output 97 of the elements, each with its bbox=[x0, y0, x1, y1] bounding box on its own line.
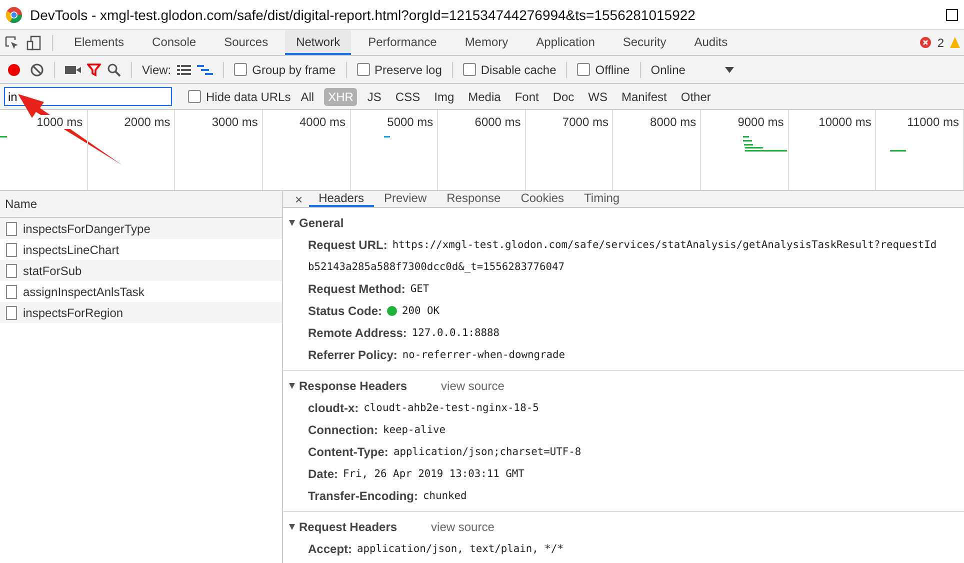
caret-icon[interactable] bbox=[725, 66, 734, 72]
panel-tab[interactable]: Audits bbox=[683, 30, 739, 55]
checkbox[interactable]: Preserve log bbox=[356, 62, 442, 76]
header-name: Request Method: bbox=[308, 282, 406, 296]
section-header[interactable]: Request Headers view source bbox=[289, 516, 964, 538]
maximize-icon[interactable] bbox=[946, 8, 958, 20]
header-name: Transfer-Encoding: bbox=[308, 489, 418, 503]
type-filter-button[interactable]: Doc bbox=[548, 88, 578, 106]
throttling-dropdown[interactable]: Online bbox=[650, 62, 734, 76]
header-value: no-referrer-when-downgrade bbox=[402, 349, 566, 361]
time-tick: 4000 ms bbox=[300, 115, 346, 129]
error-icon bbox=[920, 37, 932, 48]
column-header: Name bbox=[5, 197, 38, 211]
panel-tab[interactable]: Console bbox=[141, 30, 208, 55]
type-filter-button[interactable]: All bbox=[296, 88, 318, 106]
detail-tab[interactable]: Response bbox=[436, 191, 511, 207]
header-value: Fri, 26 Apr 2019 13:03:11 GMT bbox=[343, 468, 524, 480]
header-name: Remote Address: bbox=[308, 326, 407, 340]
detail-tab[interactable]: Cookies bbox=[510, 191, 574, 207]
header-value: chunked bbox=[423, 490, 467, 502]
warning-icon bbox=[950, 37, 960, 48]
inspect-icon[interactable] bbox=[4, 34, 20, 50]
time-tick: 1000 ms bbox=[36, 115, 83, 129]
header-name: Accept: bbox=[308, 542, 352, 556]
error-count: 2 bbox=[937, 36, 944, 50]
type-filter-button[interactable]: Font bbox=[510, 88, 543, 106]
time-tick: 2000 ms bbox=[124, 115, 170, 129]
request-row[interactable]: inspectsForDangerType bbox=[0, 218, 282, 239]
checkbox[interactable]: Hide data URLs bbox=[188, 90, 291, 104]
header-value: b52143a285a588f7300dcc0d&_t=1556283776047 bbox=[308, 261, 564, 273]
document-icon bbox=[6, 264, 17, 278]
header-name: Referrer Policy: bbox=[308, 348, 398, 362]
clear-icon[interactable] bbox=[30, 62, 44, 76]
waterfall-view-icon[interactable] bbox=[197, 64, 214, 76]
type-filter-button[interactable]: Img bbox=[430, 88, 458, 106]
header-value: GET bbox=[410, 283, 430, 295]
panel-tab[interactable]: Application bbox=[525, 30, 606, 55]
detail-tab[interactable]: Headers bbox=[308, 191, 374, 207]
document-icon bbox=[6, 222, 17, 236]
time-tick: 6000 ms bbox=[474, 115, 521, 129]
panel-tab[interactable]: Elements bbox=[63, 30, 136, 55]
request-row[interactable]: inspectsForRegion bbox=[0, 302, 282, 323]
checkbox[interactable]: Offline bbox=[577, 62, 630, 76]
time-tick: 7000 ms bbox=[562, 115, 608, 129]
panel-tab[interactable]: Performance bbox=[357, 30, 448, 55]
list-view-icon[interactable] bbox=[177, 64, 192, 76]
view-label: View: bbox=[142, 62, 172, 76]
header-name: Connection: bbox=[308, 423, 378, 437]
browser-logo-icon bbox=[6, 6, 22, 22]
checkbox[interactable]: Disable cache bbox=[462, 62, 556, 76]
document-icon bbox=[6, 242, 17, 256]
type-filter-button[interactable]: WS bbox=[584, 88, 612, 106]
header-value: keep-alive bbox=[383, 424, 446, 436]
panel-tab[interactable]: Memory bbox=[454, 30, 520, 55]
search-icon[interactable] bbox=[107, 62, 121, 76]
section-header[interactable]: General bbox=[289, 212, 964, 234]
panel-tab[interactable]: Security bbox=[612, 30, 678, 55]
panel-tab[interactable]: Network bbox=[285, 30, 352, 55]
view-source-link[interactable]: view source bbox=[441, 379, 504, 393]
type-filter-button[interactable]: Media bbox=[464, 88, 505, 106]
filter-input[interactable]: in bbox=[8, 90, 168, 104]
device-icon[interactable] bbox=[26, 34, 42, 50]
document-icon bbox=[6, 284, 17, 298]
close-button[interactable]: × bbox=[289, 191, 309, 207]
header-name: Date: bbox=[308, 467, 338, 481]
header-value: 127.0.0.1:8888 bbox=[412, 327, 500, 339]
time-tick: 8000 ms bbox=[650, 115, 696, 129]
detail-tab[interactable]: Preview bbox=[374, 191, 437, 207]
header-name: Status Code: bbox=[308, 304, 382, 318]
checkbox[interactable]: Group by frame bbox=[234, 62, 336, 76]
header-name: cloudt-x: bbox=[308, 401, 359, 415]
detail-tab[interactable]: Timing bbox=[574, 191, 630, 207]
section-header[interactable]: Response Headers view source bbox=[289, 375, 964, 397]
header-value: application/json;charset=UTF-8 bbox=[393, 446, 582, 458]
request-row[interactable]: statForSub bbox=[0, 260, 282, 281]
header-value: 200 OK bbox=[402, 305, 440, 317]
view-source-link[interactable]: view source bbox=[431, 520, 494, 534]
header-value: application/json, text/plain, */* bbox=[357, 543, 564, 555]
time-tick: 11000 ms bbox=[907, 115, 959, 129]
type-filter-button[interactable]: JS bbox=[363, 88, 386, 106]
time-tick: 3000 ms bbox=[212, 115, 258, 129]
time-tick: 5000 ms bbox=[387, 115, 434, 129]
document-icon bbox=[6, 306, 17, 320]
header-value: https://xmgl-test.glodon.com/safe/services/statAnalysis/getAnalysisTaskResult?requestId bbox=[392, 239, 937, 251]
header-name: Content-Type: bbox=[308, 445, 388, 459]
header-value: cloudt-ahb2e-test-nginx-18-5 bbox=[364, 402, 539, 414]
filter-field[interactable]: in bbox=[4, 87, 172, 106]
panel-tab[interactable]: Sources bbox=[213, 30, 280, 55]
time-tick: 9000 ms bbox=[738, 115, 784, 129]
camera-icon[interactable] bbox=[65, 64, 81, 76]
header-name: Request URL: bbox=[308, 238, 388, 252]
type-filter-button[interactable]: Other bbox=[676, 88, 715, 106]
filter-icon[interactable] bbox=[87, 62, 101, 76]
type-filter-button[interactable]: Manifest bbox=[618, 88, 671, 106]
time-tick: 10000 ms bbox=[818, 115, 872, 129]
type-filter-button[interactable]: CSS bbox=[391, 88, 424, 106]
window-title: DevTools - xmgl-test.glodon.com/safe/dist/digital-report.html?orgId=121534744276994&ts=1556281015922 bbox=[30, 6, 696, 22]
